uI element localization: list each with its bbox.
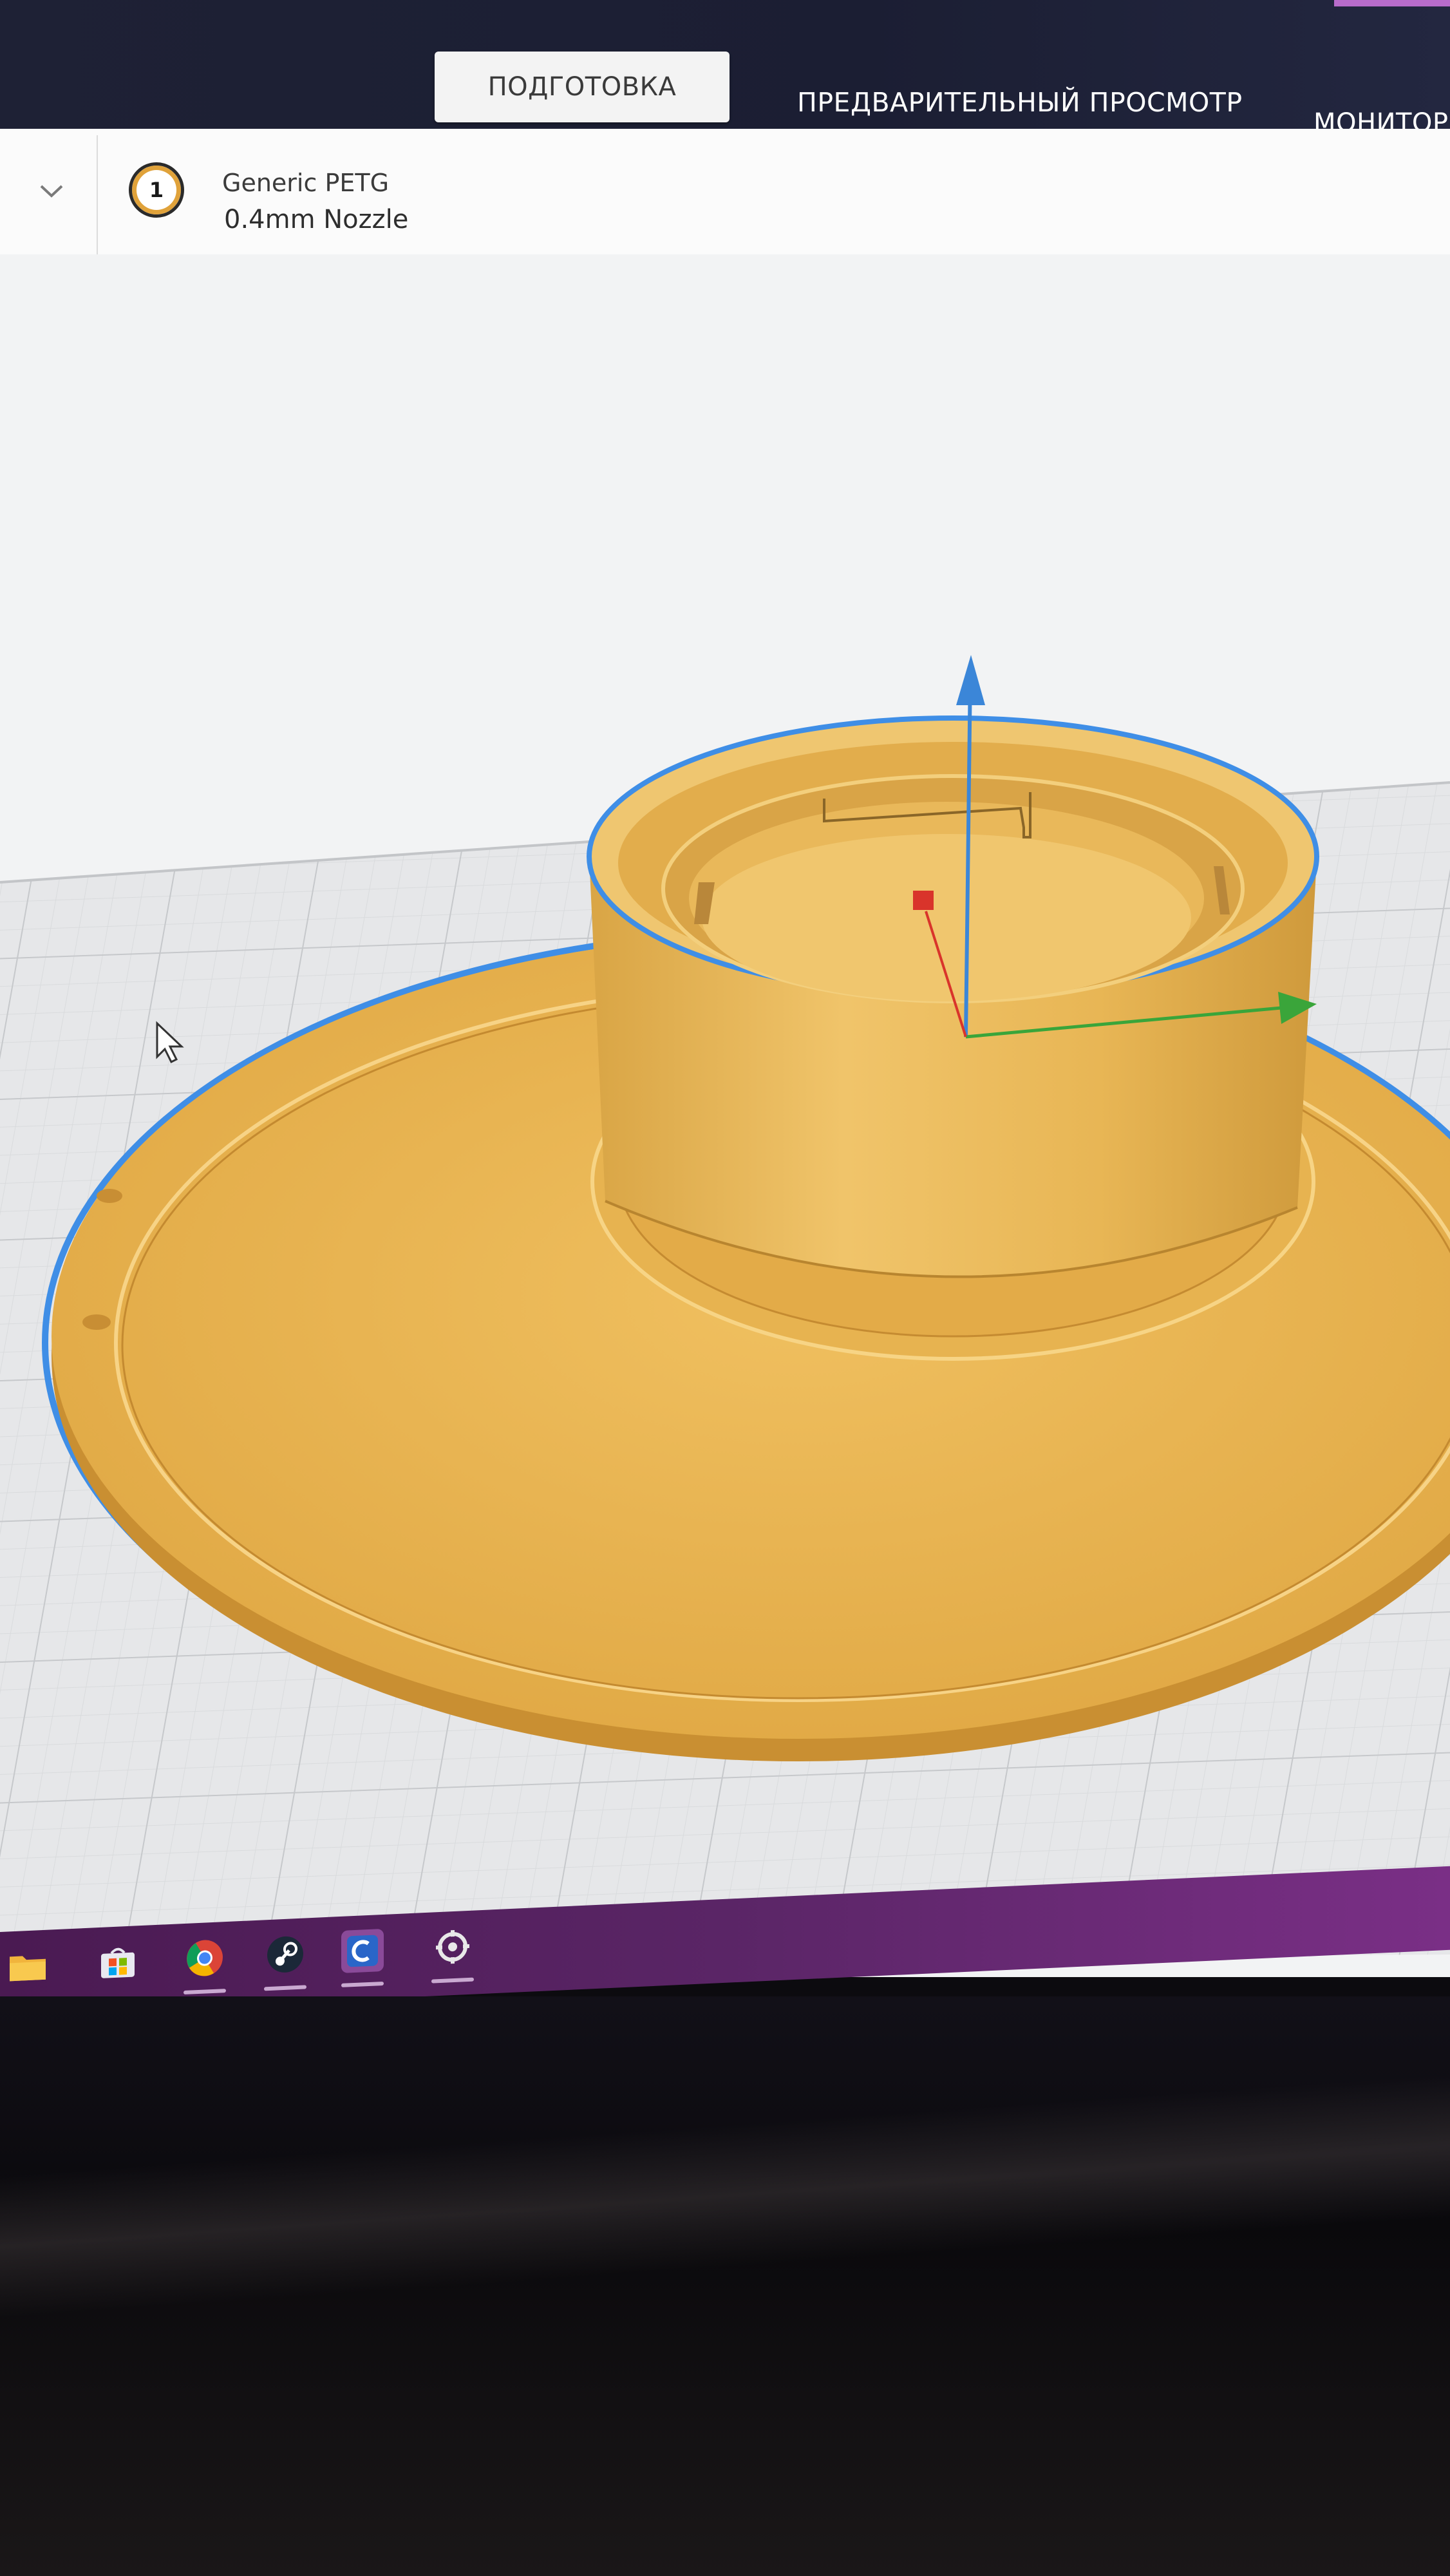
active-app-indicator: [341, 1981, 384, 1987]
z-axis-arrow[interactable]: [956, 655, 985, 705]
active-app-indicator: [184, 1989, 226, 1995]
steelseries-icon[interactable]: [431, 1925, 474, 1969]
x-axis-handle[interactable]: [913, 891, 934, 910]
window-accent-line: [1334, 0, 1450, 6]
mount-hole: [97, 1189, 122, 1203]
steam-icon[interactable]: [264, 1932, 306, 1976]
extruder-badge: 1: [129, 162, 184, 218]
stage-header: ПОДГОТОВКА ПРЕДВАРИТЕЛЬНЫЙ ПРОСМОТР МОНИ…: [0, 0, 1450, 135]
cura-icon[interactable]: [341, 1928, 384, 1973]
scene: [0, 655, 1450, 1961]
nozzle-size: 0.4mm Nozzle: [224, 205, 409, 234]
printer-material-strip[interactable]: 1 Generic PETG 0.4mm Nozzle: [0, 129, 1450, 256]
store-icon[interactable]: [97, 1940, 139, 1984]
3d-viewport[interactable]: [0, 254, 1450, 1977]
chrome-icon[interactable]: [184, 1936, 226, 1980]
tab-prepare[interactable]: ПОДГОТОВКА: [435, 52, 730, 122]
mount-hole: [82, 1314, 111, 1330]
chevron-down-icon[interactable]: [37, 177, 66, 205]
tab-prepare-label: ПОДГОТОВКА: [487, 72, 677, 102]
active-app-indicator: [264, 1985, 306, 1991]
divider: [97, 135, 98, 254]
tab-preview-label: ПРЕДВАРИТЕЛЬНЫЙ ПРОСМОТР: [797, 87, 1243, 118]
material-name: Generic PETG: [222, 169, 390, 197]
tab-preview[interactable]: ПРЕДВАРИТЕЛЬНЫЙ ПРОСМОТР: [797, 87, 1243, 118]
active-app-indicator: [431, 1977, 474, 1984]
extruder-number: 1: [149, 178, 164, 202]
folder-icon[interactable]: [6, 1944, 49, 1989]
